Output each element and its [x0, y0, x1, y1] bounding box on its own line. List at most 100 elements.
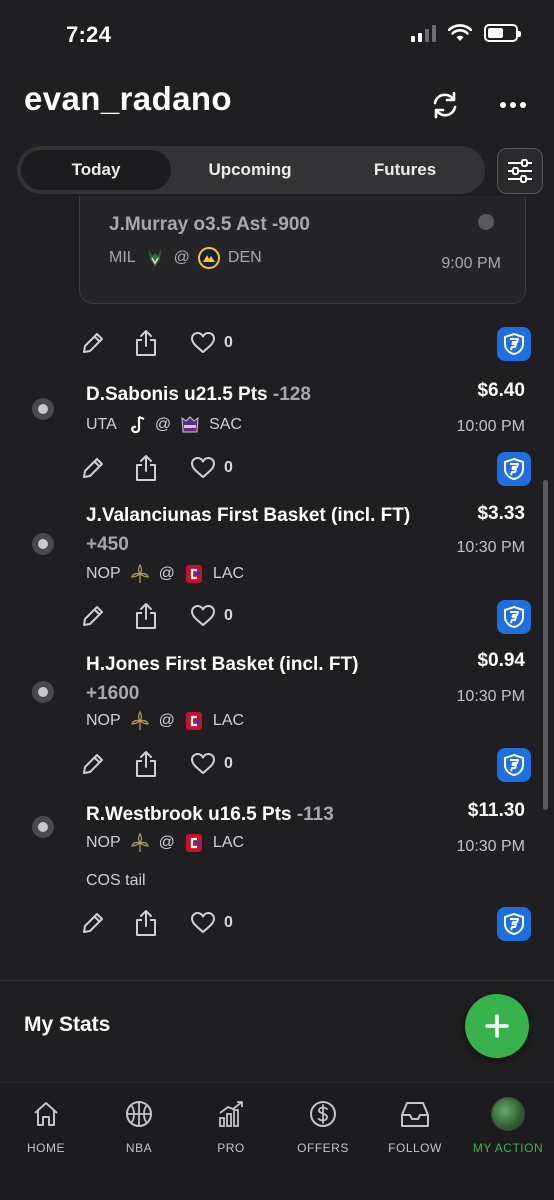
share-icon [136, 910, 156, 936]
at-symbol: @ [158, 834, 175, 851]
like-count: 0 [224, 334, 233, 351]
nav-label: HOME [27, 1141, 65, 1155]
sportsbook-button[interactable] [497, 452, 531, 486]
bet-actions: 0 [79, 600, 539, 635]
nav-label: FOLLOW [388, 1141, 442, 1155]
game-time: 10:30 PM [456, 838, 525, 855]
like-count: 0 [224, 459, 233, 476]
pelicans-logo-icon [129, 832, 151, 854]
sportsbook-button[interactable] [497, 327, 531, 361]
like-button[interactable] [189, 749, 217, 779]
status-icons [411, 24, 521, 42]
bet-amount: $11.30 [467, 800, 525, 821]
home-icon [29, 1097, 63, 1131]
bet-card[interactable]: J.Murray o3.5 Ast -900 MIL @ DEN 9:00 PM [79, 196, 526, 304]
fanduel-shield-icon [504, 332, 524, 356]
bet-title: H.Jones First Basket (incl. FT) +1600 [86, 654, 359, 704]
bet-status-indicator [32, 533, 54, 555]
status-time: 7:24 [66, 22, 112, 47]
matchup: MIL @ DEN [109, 247, 262, 269]
sportsbook-button[interactable] [497, 600, 531, 634]
sportsbook-button[interactable] [497, 907, 531, 941]
pelicans-logo-icon [129, 710, 151, 732]
home-team: LAC [212, 565, 245, 582]
avatar [491, 1097, 525, 1131]
bet-note: COS tail [86, 872, 146, 889]
bet-title: J.Murray o3.5 Ast -900 [109, 214, 310, 235]
like-count: 0 [224, 755, 233, 772]
share-icon [136, 751, 156, 777]
profile-header: evan_radano [0, 74, 554, 134]
matchup: NOP @ LAC [86, 710, 244, 732]
bet-amount: $6.40 [477, 380, 525, 401]
status-bar: 7:24 [0, 0, 554, 70]
more-options-button[interactable] [496, 88, 530, 122]
at-symbol: @ [173, 249, 190, 266]
home-team: LAC [212, 712, 245, 729]
nav-pro[interactable]: PRO [186, 1097, 276, 1155]
away-team: NOP [86, 565, 121, 582]
sliders-icon [508, 159, 532, 183]
add-bet-button[interactable] [465, 994, 529, 1058]
nav-my-action[interactable]: MY ACTION [463, 1097, 553, 1155]
like-button[interactable] [189, 453, 217, 483]
nav-offers[interactable]: OFFERS [278, 1097, 368, 1155]
nav-follow[interactable]: FOLLOW [370, 1097, 460, 1155]
tab-futures[interactable]: Futures [329, 150, 481, 190]
heart-icon [191, 753, 215, 774]
game-time: 10:30 PM [456, 688, 525, 705]
like-count: 0 [224, 607, 233, 624]
bet-actions: 0 [79, 748, 539, 783]
bet-odds: +450 [86, 534, 129, 555]
share-button[interactable] [132, 601, 160, 631]
share-button[interactable] [132, 749, 160, 779]
home-team: LAC [212, 834, 245, 851]
nav-nba[interactable]: NBA [94, 1097, 184, 1155]
pencil-icon [83, 913, 103, 933]
feed-scrollbar[interactable] [543, 480, 548, 810]
nav-home[interactable]: HOME [1, 1097, 91, 1155]
battery-icon [484, 24, 521, 42]
bet-title: R.Westbrook u16.5 Pts -113 [86, 804, 334, 825]
nav-label: OFFERS [297, 1141, 349, 1155]
edit-button[interactable] [79, 908, 107, 938]
like-button[interactable] [189, 601, 217, 631]
refresh-button[interactable] [428, 88, 462, 122]
away-team: NOP [86, 834, 121, 851]
plus-icon [485, 1014, 509, 1038]
like-button[interactable] [189, 908, 217, 938]
bottom-tab-bar: HOME NBA PRO OFFERS FOLLOW MY ACTION [0, 1082, 554, 1200]
share-icon [136, 455, 156, 481]
at-symbol: @ [158, 565, 175, 582]
edit-button[interactable] [79, 453, 107, 483]
chart-icon [214, 1097, 248, 1131]
bet-status-indicator [32, 816, 54, 838]
filter-button[interactable] [497, 148, 543, 194]
share-button[interactable] [132, 328, 160, 358]
inbox-icon [398, 1097, 432, 1131]
edit-button[interactable] [79, 749, 107, 779]
bets-feed[interactable]: J.Murray o3.5 Ast -900 MIL @ DEN 9:00 PM… [0, 196, 554, 980]
nav-label: MY ACTION [472, 1141, 544, 1155]
basketball-icon [122, 1097, 156, 1131]
clippers-logo-icon [183, 832, 205, 854]
sportsbook-button[interactable] [497, 748, 531, 782]
edit-button[interactable] [79, 328, 107, 358]
tab-today[interactable]: Today [21, 150, 171, 190]
bet-amount: $0.94 [477, 650, 525, 671]
matchup: NOP @ LAC [86, 832, 244, 854]
at-symbol: @ [158, 712, 175, 729]
fanduel-shield-icon [504, 753, 524, 777]
bucks-logo-icon [144, 247, 166, 269]
home-team: DEN [227, 249, 262, 266]
like-button[interactable] [189, 328, 217, 358]
edit-button[interactable] [79, 601, 107, 631]
refresh-icon [433, 91, 457, 119]
game-time: 9:00 PM [441, 255, 501, 272]
dollar-icon [306, 1097, 340, 1131]
tab-upcoming[interactable]: Upcoming [175, 150, 325, 190]
share-button[interactable] [132, 908, 160, 938]
pencil-icon [83, 458, 103, 478]
bet-actions: 0 [79, 907, 539, 942]
share-button[interactable] [132, 453, 160, 483]
